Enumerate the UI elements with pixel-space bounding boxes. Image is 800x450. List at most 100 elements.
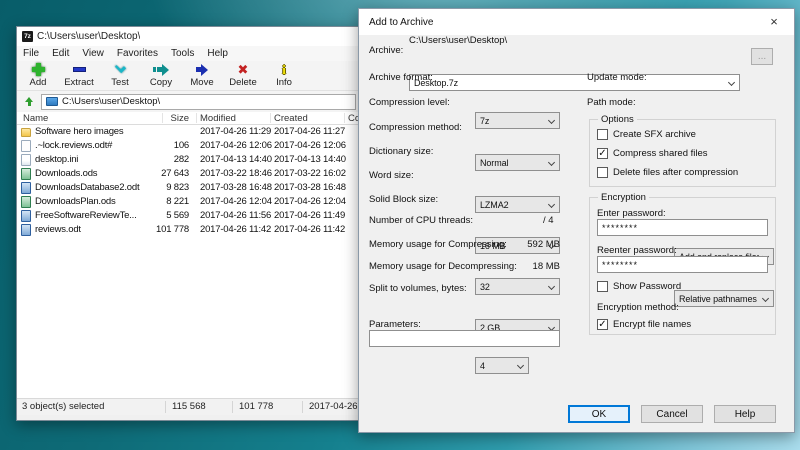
dictionary-size-label: Dictionary size: — [369, 143, 433, 160]
solid-block-size-label: Solid Block size: — [369, 191, 438, 208]
cpu-threads-label: Number of CPU threads: — [369, 212, 473, 229]
encryption-method-label: Encryption method: — [597, 299, 679, 316]
memory-decompress-label: Memory usage for Decompressing: — [369, 260, 517, 274]
delete-after-checkbox[interactable]: Delete files after compression — [597, 167, 738, 178]
encryption-group-title: Encryption — [598, 192, 649, 203]
memory-compress-label: Memory usage for Compressing: — [369, 238, 507, 252]
file-row[interactable]: Downloads.ods 27 643 2017-03-22 18:46 20… — [17, 167, 360, 181]
parameters-input[interactable] — [369, 330, 560, 347]
file-created: 2017-04-26 11:27 — [274, 125, 345, 139]
file-icon — [21, 154, 31, 166]
checkbox-icon — [597, 167, 608, 178]
menu-favorites[interactable]: Favorites — [117, 48, 158, 59]
folder-icon — [46, 97, 58, 106]
chevron-down-icon — [548, 283, 555, 290]
encrypt-names-checkbox[interactable]: ✓ Encrypt file names — [597, 319, 691, 330]
file-created: 2017-04-26 12:04 — [274, 195, 346, 209]
fm-menubar: File Edit View Favorites Tools Help — [17, 46, 360, 61]
memory-decompress-row: Memory usage for Decompressing: 18 MB — [369, 260, 560, 274]
file-icon — [21, 168, 31, 180]
fm-window-title: C:\Users\user\Desktop\ — [37, 31, 140, 42]
cpu-threads-combo[interactable]: 4 — [475, 357, 529, 374]
checkbox-icon: ✓ — [597, 319, 608, 330]
menu-view[interactable]: View — [82, 48, 104, 59]
menu-help[interactable]: Help — [207, 48, 228, 59]
chevron-down-icon — [548, 117, 555, 124]
show-password-checkbox[interactable]: Show Password — [597, 281, 681, 292]
file-row[interactable]: reviews.odt 101 778 2017-04-26 11:42 201… — [17, 223, 360, 237]
enter-password-input[interactable]: ******** — [597, 219, 768, 236]
parent-folder-button[interactable] — [21, 94, 37, 110]
file-icon — [21, 210, 31, 222]
checkbox-icon — [597, 281, 608, 292]
file-created: 2017-04-26 11:49 — [274, 209, 345, 223]
file-size: 27 643 — [129, 167, 189, 181]
add-button[interactable]: Add — [21, 62, 55, 88]
move-button[interactable]: Move — [185, 62, 219, 88]
close-icon[interactable]: × — [764, 12, 784, 32]
compression-level-combo[interactable]: Normal — [475, 154, 560, 171]
fm-column-header: Name Size Modified Created Comment — [17, 112, 360, 125]
add-to-archive-dialog: Add to Archive × Archive: C:\Users\user\… — [358, 8, 795, 433]
menu-tools[interactable]: Tools — [171, 48, 194, 59]
file-row[interactable]: DownloadsPlan.ods 8 221 2017-04-26 12:04… — [17, 195, 360, 209]
delete-button[interactable]: ✖ Delete — [226, 62, 260, 88]
copy-button[interactable]: Copy — [144, 62, 178, 88]
cancel-button[interactable]: Cancel — [641, 405, 703, 423]
file-icon — [21, 224, 31, 236]
info-button[interactable]: i Info — [267, 62, 301, 88]
file-created: 2017-04-13 14:40 — [274, 153, 346, 167]
copy-arrow-icon — [153, 62, 169, 77]
file-created: 2017-04-26 11:42 — [274, 223, 345, 237]
compress-shared-checkbox[interactable]: ✓ Compress shared files — [597, 148, 708, 159]
file-modified: 2017-03-28 16:48 — [200, 181, 272, 195]
archive-name-combo[interactable]: Desktop.7z — [409, 74, 740, 91]
dialog-titlebar: Add to Archive × — [359, 9, 794, 35]
menu-edit[interactable]: Edit — [52, 48, 69, 59]
file-row[interactable]: desktop.ini 282 2017-04-13 14:40 2017-04… — [17, 153, 360, 167]
column-header-size[interactable]: Size — [171, 112, 189, 125]
file-name: Software hero images — [35, 125, 154, 139]
file-row[interactable]: DownloadsDatabase2.odt 9 823 2017-03-28 … — [17, 181, 360, 195]
file-list: Software hero images 2017-04-26 11:29 20… — [17, 125, 360, 398]
compression-method-combo[interactable]: LZMA2 — [475, 196, 560, 213]
help-button[interactable]: Help — [714, 405, 776, 423]
move-arrow-icon — [196, 62, 208, 77]
word-size-combo[interactable]: 32 — [475, 278, 560, 295]
create-sfx-checkbox[interactable]: Create SFX archive — [597, 129, 696, 140]
address-combo[interactable]: C:\Users\user\Desktop\ — [41, 94, 356, 110]
file-row[interactable]: FreeSoftwareReviewTe... 5 569 2017-04-26… — [17, 209, 360, 223]
file-icon — [21, 140, 31, 152]
7zip-app-icon: 7z — [22, 31, 33, 42]
file-modified: 2017-04-26 12:06 — [200, 139, 272, 153]
extract-button[interactable]: Extract — [62, 62, 96, 88]
status-selected-size: 101 778 — [239, 399, 273, 415]
column-header-name[interactable]: Name — [23, 112, 48, 125]
menu-file[interactable]: File — [23, 48, 39, 59]
file-row[interactable]: .~lock.reviews.odt# 106 2017-04-26 12:06… — [17, 139, 360, 153]
test-check-icon — [116, 62, 125, 77]
test-button[interactable]: Test — [103, 62, 137, 88]
file-modified: 2017-04-26 11:42 — [200, 223, 271, 237]
file-row[interactable]: Software hero images 2017-04-26 11:29 20… — [17, 125, 360, 139]
browse-button[interactable]: ... — [751, 48, 773, 65]
file-manager-window: 7z C:\Users\user\Desktop\ File Edit View… — [16, 26, 361, 421]
add-plus-icon — [32, 62, 45, 77]
column-header-modified[interactable]: Modified — [200, 112, 236, 125]
dialog-title: Add to Archive — [369, 17, 764, 28]
compression-level-label: Compression level: — [369, 94, 450, 111]
reenter-password-input[interactable]: ******** — [597, 256, 768, 273]
word-size-label: Word size: — [369, 167, 414, 184]
status-selected-count: 3 object(s) selected — [22, 399, 104, 415]
file-modified: 2017-04-26 11:56 — [200, 209, 271, 223]
options-group-title: Options — [598, 114, 637, 125]
archive-format-combo[interactable]: 7z — [475, 112, 560, 129]
update-mode-label: Update mode: — [587, 69, 647, 86]
file-size: 101 778 — [129, 223, 189, 237]
ok-button[interactable]: OK — [568, 405, 630, 423]
column-header-created[interactable]: Created — [274, 112, 308, 125]
archive-dir-text: C:\Users\user\Desktop\ — [409, 35, 507, 47]
path-mode-label: Path mode: — [587, 94, 636, 111]
address-path: C:\Users\user\Desktop\ — [62, 96, 160, 107]
file-size: 5 569 — [129, 209, 189, 223]
